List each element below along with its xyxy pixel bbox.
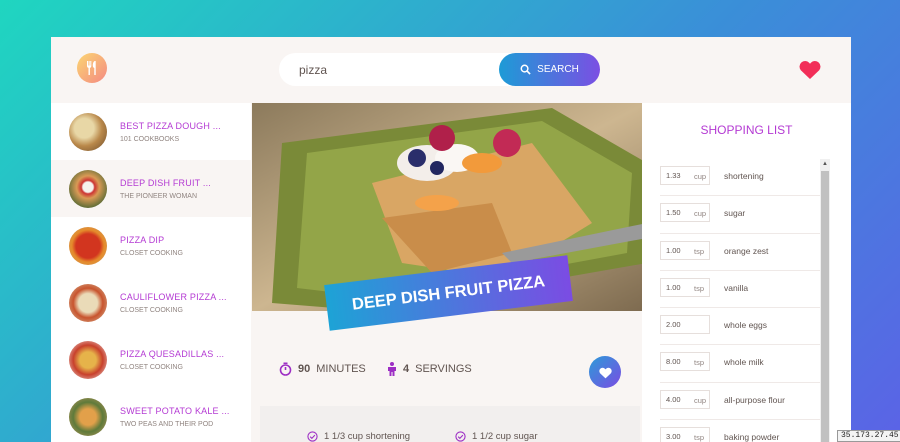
result-title: CAULIFLOWER PIZZA ... [120,291,227,302]
recipe-thumbnail [69,283,107,322]
ingredient-item: 1 1/2 cup sugar [455,431,538,442]
result-publisher: 101 COOKBOOKS [120,135,180,143]
servings-label: SERVINGS [415,363,472,375]
search-results: BEST PIZZA DOUGH ... 101 COOKBOOKS DEEP … [51,103,251,442]
shopping-list-scrollbar[interactable]: ▲ [820,159,830,442]
result-publisher: CLOSET COOKING [120,306,183,314]
minutes-label: MINUTES [316,363,366,375]
shopping-item: 1.00 tsp vanilla [660,271,820,309]
check-circle-icon [455,431,466,442]
stopwatch-icon [279,362,292,376]
result-item[interactable]: BEST PIZZA DOUGH ... 101 COOKBOOKS [51,103,251,160]
item-description: baking powder [724,432,780,442]
recipe-thumbnail [69,112,107,151]
ingredients-section: 1 1/3 cup shortening 1 1/2 cup sugar [260,406,640,442]
result-title: PIZZA DIP [120,234,165,245]
result-title: BEST PIZZA DOUGH ... [120,120,221,131]
recipe-thumbnail [69,169,107,208]
servings-value: 4 [403,363,410,375]
result-item[interactable]: SWEET POTATO KALE ... TWO PEAS AND THEIR… [51,388,251,442]
unit-label: tsp [694,358,705,368]
search-icon [520,64,531,75]
scrollbar-thumb[interactable] [821,171,829,442]
scroll-up-arrow-icon[interactable]: ▲ [820,159,830,169]
item-description: whole milk [724,357,764,368]
shopping-list: 1.33 cup shortening 1.50 cup sugar 1.00 … [660,159,820,442]
unit-label: tsp [694,246,705,256]
check-circle-icon [307,431,318,442]
header: SEARCH [51,37,851,103]
recipe-view: DEEP DISH FRUIT PIZZA 90 MINUTES 4 SERVI… [251,103,647,442]
search-button-label: SEARCH [537,64,579,75]
bookmarks-heart-icon[interactable] [798,58,822,80]
ingredient-text: 1 1/3 cup shortening [324,431,411,442]
shopping-item: 4.00 cup all-purpose flour [660,383,820,421]
unit-label: cup [694,172,707,181]
item-description: sugar [724,208,746,219]
forkify-logo-icon[interactable] [77,53,107,83]
recipe-thumbnail [69,226,107,265]
recipe-thumbnail [69,340,107,379]
item-description: orange zest [724,245,769,256]
result-item[interactable]: CAULIFLOWER PIZZA ... CLOSET COOKING [51,274,251,331]
heart-icon [598,367,612,378]
item-description: whole eggs [724,320,768,331]
shopping-list-panel: SHOPPING LIST 1.33 cup shortening 1.50 c… [642,103,851,442]
result-title: SWEET POTATO KALE ... [120,405,230,416]
unit-label: tsp [694,433,705,442]
shopping-item: 1.00 tsp orange zest [660,234,820,271]
item-description: shortening [724,171,764,181]
cooking-time: 90 MINUTES [279,362,366,376]
result-item-active[interactable]: DEEP DISH FRUIT ... THE PIONEER WOMAN [51,160,251,217]
bookmark-button[interactable] [589,356,621,388]
ip-address-overlay: 35.173.27.45 [837,430,900,442]
search-button[interactable]: SEARCH [499,53,600,86]
shopping-item: 8.00 tsp whole milk [660,345,820,383]
result-item[interactable]: PIZZA QUESADILLAS ... CLOSET COOKING [51,331,251,388]
minutes-value: 90 [298,363,311,375]
shopping-item: 2.00 whole eggs [660,308,820,346]
shopping-item: 1.50 cup sugar [660,196,820,234]
search-input[interactable] [299,53,499,86]
result-item[interactable]: PIZZA DIP CLOSET COOKING [51,217,251,274]
item-description: all-purpose flour [724,394,785,405]
quantity-input[interactable]: 2.00 [660,315,710,335]
result-publisher: THE PIONEER WOMAN [120,192,198,200]
ingredient-text: 1 1/2 cup sugar [472,431,538,442]
ingredient-item: 1 1/3 cup shortening [307,431,410,442]
shopping-item: 3.00 tsp baking powder [660,420,820,442]
recipe-details: 90 MINUTES 4 SERVINGS [251,344,642,394]
shopping-list-heading: SHOPPING LIST [700,123,793,137]
app-window: SEARCH BEST PIZZA DOUGH ... 101 COOKBOOK… [51,37,851,442]
unit-label: tsp [694,283,705,293]
person-icon [388,362,396,376]
unit-label: cup [694,395,707,405]
recipe-thumbnail [69,397,107,436]
search-form: SEARCH [279,53,600,86]
item-description: vanilla [724,282,749,293]
result-publisher: CLOSET COOKING [120,363,183,371]
servings: 4 SERVINGS [387,362,472,376]
unit-label: cup [694,209,707,219]
result-publisher: CLOSET COOKING [120,249,183,257]
result-title: PIZZA QUESADILLAS ... [120,348,225,359]
result-title: DEEP DISH FRUIT ... [120,177,211,188]
result-publisher: TWO PEAS AND THEIR POD [120,420,214,428]
shopping-item: 1.33 cup shortening [660,159,820,197]
